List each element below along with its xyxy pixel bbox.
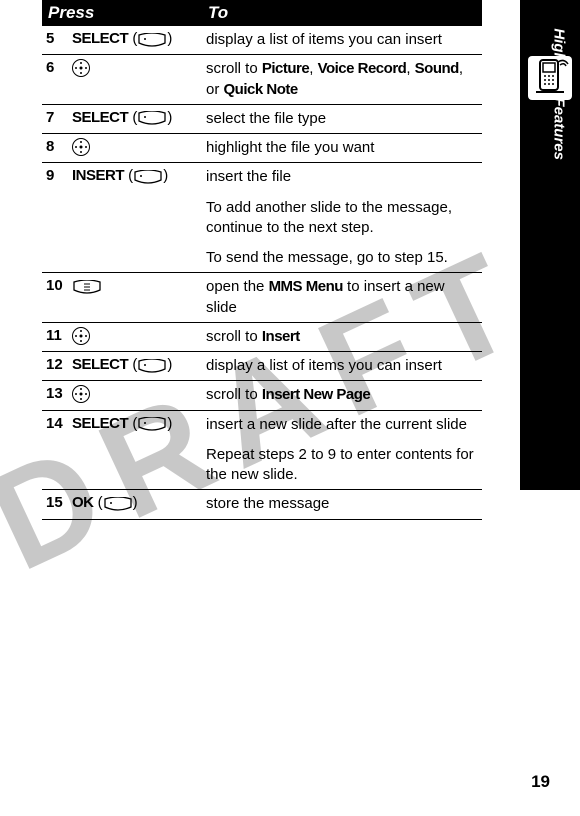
description-cell: scroll to Picture, Voice Record, Sound, … [202, 55, 482, 105]
press-cell [68, 322, 202, 351]
press-cell: SELECT () [68, 104, 202, 133]
header-to: To [202, 0, 482, 26]
menu-option: Insert [262, 328, 300, 345]
description-cell: select the file type [202, 104, 482, 133]
steps-table: Press To 5 SELECT () display a list of i… [42, 0, 482, 520]
description-sub: Repeat steps 2 to 9 to enter contents fo… [202, 439, 482, 490]
press-cell [68, 381, 202, 410]
nav-key-icon [72, 138, 90, 156]
press-cell [68, 55, 202, 105]
table-row: 11 scroll to Insert [42, 322, 482, 351]
description-cell: store the message [202, 490, 482, 519]
description-sub: To send the message, go to step 15. [202, 242, 482, 273]
softkey-icon [137, 109, 167, 126]
menu-option: Quick Note [224, 81, 298, 98]
header-press: Press [42, 0, 202, 26]
description-cell: insert a new slide after the current sli… [202, 410, 482, 439]
table-row: 12 SELECT () display a list of items you… [42, 352, 482, 381]
table-header-row: Press To [42, 0, 482, 26]
description-cell: scroll to Insert [202, 322, 482, 351]
softkey-icon [137, 357, 167, 374]
table-row: 15 OK () store the message [42, 490, 482, 519]
table-row: 14 SELECT () insert a new slide after th… [42, 410, 482, 439]
table-row: 10 open the MMS Menu to insert a new sli… [42, 273, 482, 323]
phone-icon [528, 56, 572, 100]
step-number: 13 [42, 381, 68, 410]
description-cell: open the MMS Menu to insert a new slide [202, 273, 482, 323]
page-number: 19 [531, 772, 550, 792]
table-row-sub: Repeat steps 2 to 9 to enter contents fo… [42, 439, 482, 490]
step-number: 8 [42, 134, 68, 163]
description-cell: highlight the file you want [202, 134, 482, 163]
separator: , [406, 60, 414, 77]
table-row: 6 scroll to Picture, Voice Record, Sound… [42, 55, 482, 105]
softkey-icon [137, 31, 167, 48]
step-number: 9 [42, 163, 68, 192]
step-number: 5 [42, 26, 68, 55]
menu-option: Insert New Page [262, 386, 370, 403]
menu-option: Sound [415, 60, 459, 77]
description-cell: insert the file [202, 163, 482, 192]
description-sub: To add another slide to the message, con… [202, 192, 482, 243]
command-label: SELECT [72, 109, 128, 126]
softkey-icon [133, 168, 163, 185]
command-label: SELECT [72, 356, 128, 373]
press-cell: OK () [68, 490, 202, 519]
press-cell [68, 134, 202, 163]
table-row: 5 SELECT () display a list of items you … [42, 26, 482, 55]
nav-key-icon [72, 59, 90, 77]
step-number: 11 [42, 322, 68, 351]
nav-key-icon [72, 327, 90, 345]
description-cell: display a list of items you can insert [202, 352, 482, 381]
table-row: 9 INSERT () insert the file [42, 163, 482, 192]
press-cell: SELECT () [68, 352, 202, 381]
step-number: 14 [42, 410, 68, 439]
desc-text: open the [206, 278, 269, 295]
menu-key-icon [72, 278, 102, 295]
description-cell: display a list of items you can insert [202, 26, 482, 55]
desc-text: scroll to [206, 386, 262, 403]
table-row: 8 highlight the file you want [42, 134, 482, 163]
menu-name: MMS Menu [269, 278, 343, 295]
step-number: 7 [42, 104, 68, 133]
description-cell: scroll to Insert New Page [202, 381, 482, 410]
command-label: OK [72, 494, 94, 511]
desc-text: scroll to [206, 328, 262, 345]
nav-key-icon [72, 385, 90, 403]
step-number: 6 [42, 55, 68, 105]
step-number: 12 [42, 352, 68, 381]
table-row: 13 scroll to Insert New Page [42, 381, 482, 410]
command-label: SELECT [72, 415, 128, 432]
softkey-icon [137, 415, 167, 432]
table-row-sub: To add another slide to the message, con… [42, 192, 482, 243]
press-cell: SELECT () [68, 26, 202, 55]
press-cell [68, 273, 202, 323]
desc-text: scroll to [206, 60, 262, 77]
menu-option: Picture [262, 60, 309, 77]
press-cell: SELECT () [68, 410, 202, 439]
command-label: INSERT [72, 167, 124, 184]
softkey-icon [103, 495, 133, 512]
step-number: 10 [42, 273, 68, 323]
table-row-sub: To send the message, go to step 15. [42, 242, 482, 273]
press-cell: INSERT () [68, 163, 202, 192]
separator: , [309, 60, 317, 77]
command-label: SELECT [72, 30, 128, 47]
step-number: 15 [42, 490, 68, 519]
table-row: 7 SELECT () select the file type [42, 104, 482, 133]
menu-option: Voice Record [318, 60, 407, 77]
